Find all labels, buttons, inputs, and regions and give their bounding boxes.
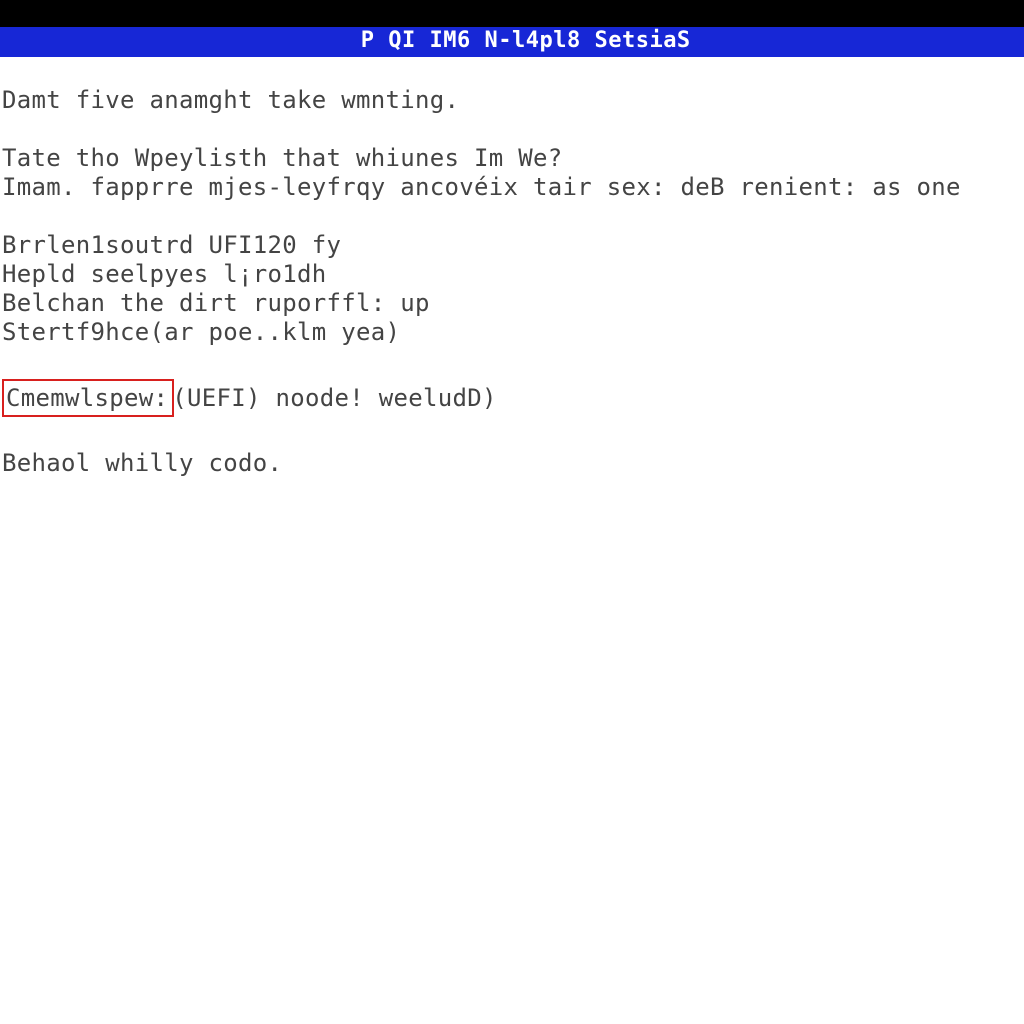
window-title-text: P QI IM6 N-l4pl8 SetsiaS (361, 28, 691, 53)
message-body: Damt five anamght take wmnting. Tate tho… (0, 57, 1024, 478)
status-bar-text: DETT: Mesiagy Ioday B/sopl3 (30, 59, 401, 84)
blank-line (2, 202, 1022, 231)
body-line-remainder: (UEFI) noode! weeludD) (172, 384, 496, 412)
body-line: Tate tho Wpeylisth that whiunes Im We? (2, 144, 1022, 173)
selection-box[interactable]: Cmemwlspew: (2, 379, 174, 417)
blank-line (2, 115, 1022, 144)
body-line: Imam. fapprre mjes-leyfrqy ancovéix tair… (2, 173, 1022, 202)
selection-text: Cmemwlspew: (6, 384, 168, 412)
body-line: Stertf9hce(ar poe..klm yea) (2, 318, 1022, 347)
body-line: Hepld seelpyes l¡ro1dh (2, 260, 1022, 289)
window-titlebar: P QI IM6 N-l4pl8 SetsiaS (0, 0, 1024, 27)
blank-line (2, 420, 1022, 449)
body-line: Damt five anamght take wmnting. (2, 86, 1022, 115)
body-line: Brrlen1soutrd UFI120 fy (2, 231, 1022, 260)
body-line: Behaol whilly codo. (2, 449, 1022, 478)
body-line: Belchan the dirt ruporffl: up (2, 289, 1022, 318)
highlighted-line[interactable]: Cmemwlspew: (UEFI) noode! weeludD) (2, 378, 1022, 418)
blank-line (2, 347, 1022, 376)
